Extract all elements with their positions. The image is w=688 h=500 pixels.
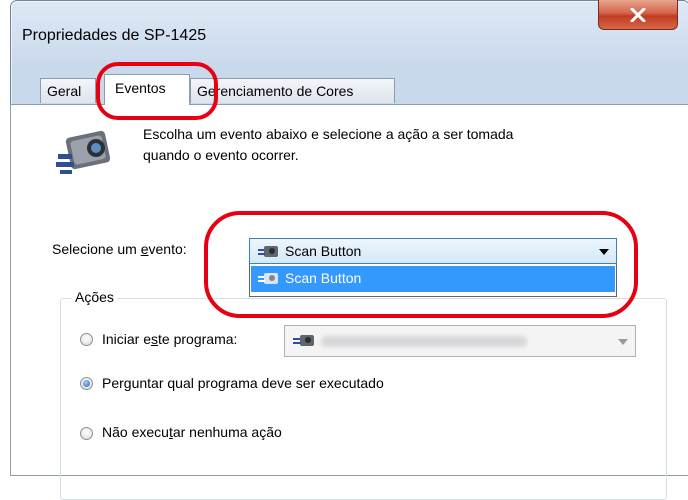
chevron-down-icon (618, 339, 628, 345)
event-instructions: Escolha um evento abaixo e selecione a a… (143, 124, 513, 166)
program-name-blurred (321, 336, 527, 347)
start-program-label[interactable]: Iniciar este programa: (102, 331, 237, 347)
tab-gerenciamento-de-cores[interactable]: Gerenciamento de Cores (190, 78, 395, 103)
radio-start-program[interactable] (80, 333, 93, 346)
close-icon (630, 7, 646, 22)
tab-geral-label: Geral (47, 83, 82, 99)
radio-ask-program[interactable] (80, 377, 93, 390)
ask-program-label[interactable]: Perguntar qual programa deve ser executa… (102, 375, 384, 391)
tab-gerenciamento-label: Gerenciamento de Cores (197, 83, 354, 99)
radio-no-action[interactable] (80, 427, 93, 440)
window-title: Propriedades de SP-1425 (22, 27, 207, 44)
close-button[interactable] (598, 0, 678, 30)
instructions-line-1: Escolha um evento abaixo e selecione a a… (143, 126, 514, 142)
program-select (284, 325, 636, 357)
no-action-label[interactable]: Não executar nenhuma ação (102, 424, 282, 440)
event-label: Selecione um evento: (52, 241, 187, 257)
instructions-line-2: quando o evento ocorrer. (143, 147, 299, 163)
highlight-eventos-tab (96, 62, 218, 120)
program-scanner-icon (293, 335, 314, 346)
highlight-event-select (204, 211, 638, 318)
actions-group-label: Ações (72, 289, 117, 305)
scanner-camera-icon (56, 130, 111, 174)
tab-geral[interactable]: Geral (40, 78, 96, 103)
